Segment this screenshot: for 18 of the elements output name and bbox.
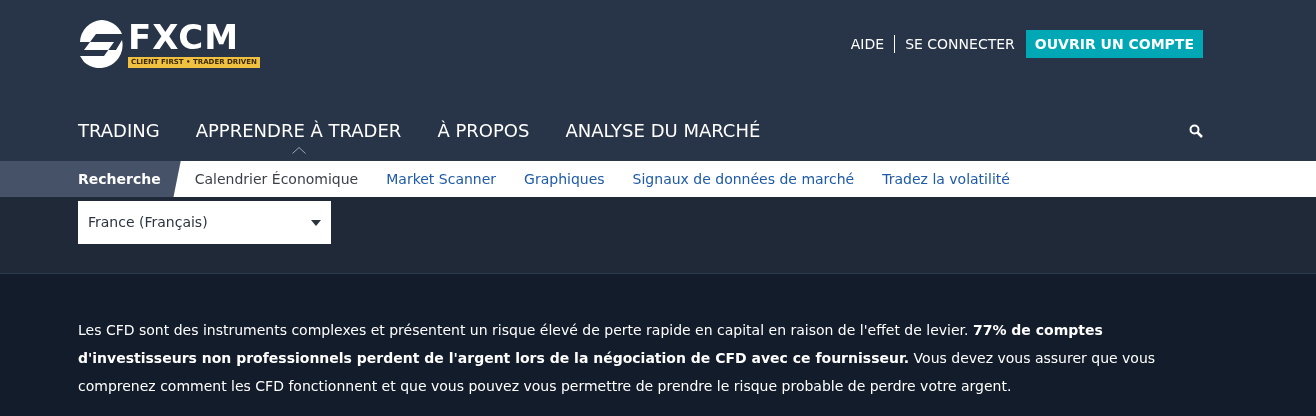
sub-nav-tab[interactable]: Tradez la volatilité (868, 161, 1024, 197)
region-select[interactable]: France (Français) (78, 201, 331, 244)
header-link[interactable]: AIDE (840, 35, 895, 53)
search-icon[interactable] (1189, 123, 1203, 138)
sub-nav-tab[interactable]: Calendrier Économique (180, 161, 373, 197)
main-nav-item[interactable]: À PROPOS (437, 118, 530, 143)
sub-nav-tab[interactable]: Signaux de données de marché (618, 161, 869, 197)
dropdown-caret-icon (311, 219, 321, 226)
sub-nav-tab[interactable]: Recherche (0, 161, 181, 197)
header-link[interactable]: SE CONNECTER (894, 35, 1025, 53)
main-nav-item[interactable]: APPRENDRE À TRADER (195, 118, 402, 143)
sub-nav-tab[interactable]: Market Scanner (372, 161, 511, 197)
risk-disclaimer: Les CFD sont des instruments complexes et présentent un risque élevé de perte rapide en capital en raison de l'effet de levier. 77% de comptes d'investisseurs non professionnels perdent de l'argent lors de la négociation de CFD avec ce fournisseur. Vous devez vous assurer que vous comprenez comment les CFD fonctionnent et que vous pouvez vous permettre de prendre le risque probable de perdre votre argent. (78, 321, 1157, 396)
logo-wordmark: FXCM (128, 18, 240, 56)
main-nav-item[interactable]: ANALYSE DU MARCHÉ (565, 118, 761, 143)
main-nav-item[interactable]: TRADING (78, 118, 160, 143)
sub-nav-tab[interactable]: Graphiques (510, 161, 619, 197)
logo-icon (78, 20, 124, 68)
